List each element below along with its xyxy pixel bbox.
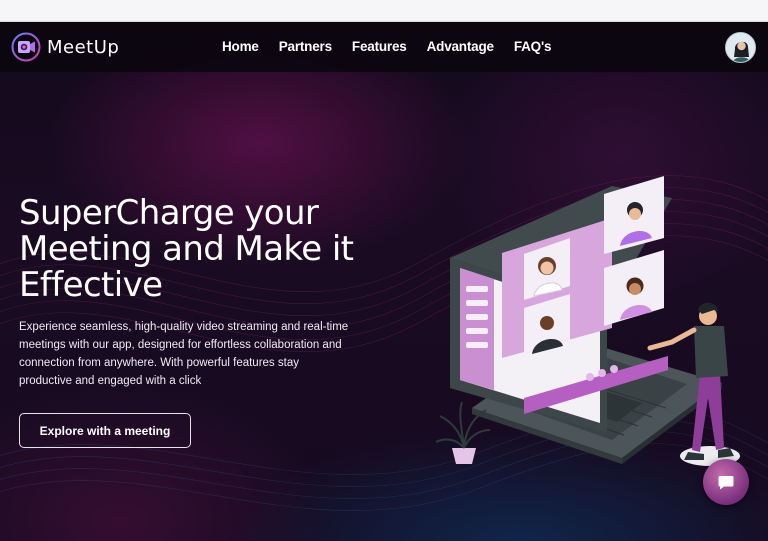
video-conference-laptop-illustration — [435, 176, 740, 466]
nav-item-advantage[interactable]: Advantage — [427, 39, 494, 54]
brand-name: MeetUp — [47, 36, 120, 58]
landing-page: MeetUp Home Partners Features Advantage … — [0, 22, 768, 541]
browser-chrome-strip — [0, 0, 768, 22]
avatar-portrait-icon — [726, 33, 755, 62]
user-avatar[interactable] — [725, 32, 756, 63]
hero-description: Experience seamless, high-quality video … — [19, 321, 349, 387]
brand-logo[interactable]: MeetUp — [11, 32, 119, 62]
top-navbar: MeetUp Home Partners Features Advantage … — [0, 22, 768, 72]
chat-bubble-icon — [718, 476, 734, 490]
nav-menu: Home Partners Features Advantage FAQ's — [222, 39, 571, 54]
camera-logo-icon — [11, 32, 41, 62]
nav-item-partners[interactable]: Partners — [279, 39, 332, 54]
explore-meeting-button[interactable]: Explore with a meeting — [19, 413, 191, 448]
nav-item-home[interactable]: Home — [222, 39, 259, 54]
chat-button[interactable] — [703, 459, 749, 505]
hero-title: SuperCharge your Meeting and Make it Eff… — [19, 193, 354, 305]
nav-item-faqs[interactable]: FAQ's — [514, 39, 552, 54]
nav-item-features[interactable]: Features — [352, 39, 407, 54]
